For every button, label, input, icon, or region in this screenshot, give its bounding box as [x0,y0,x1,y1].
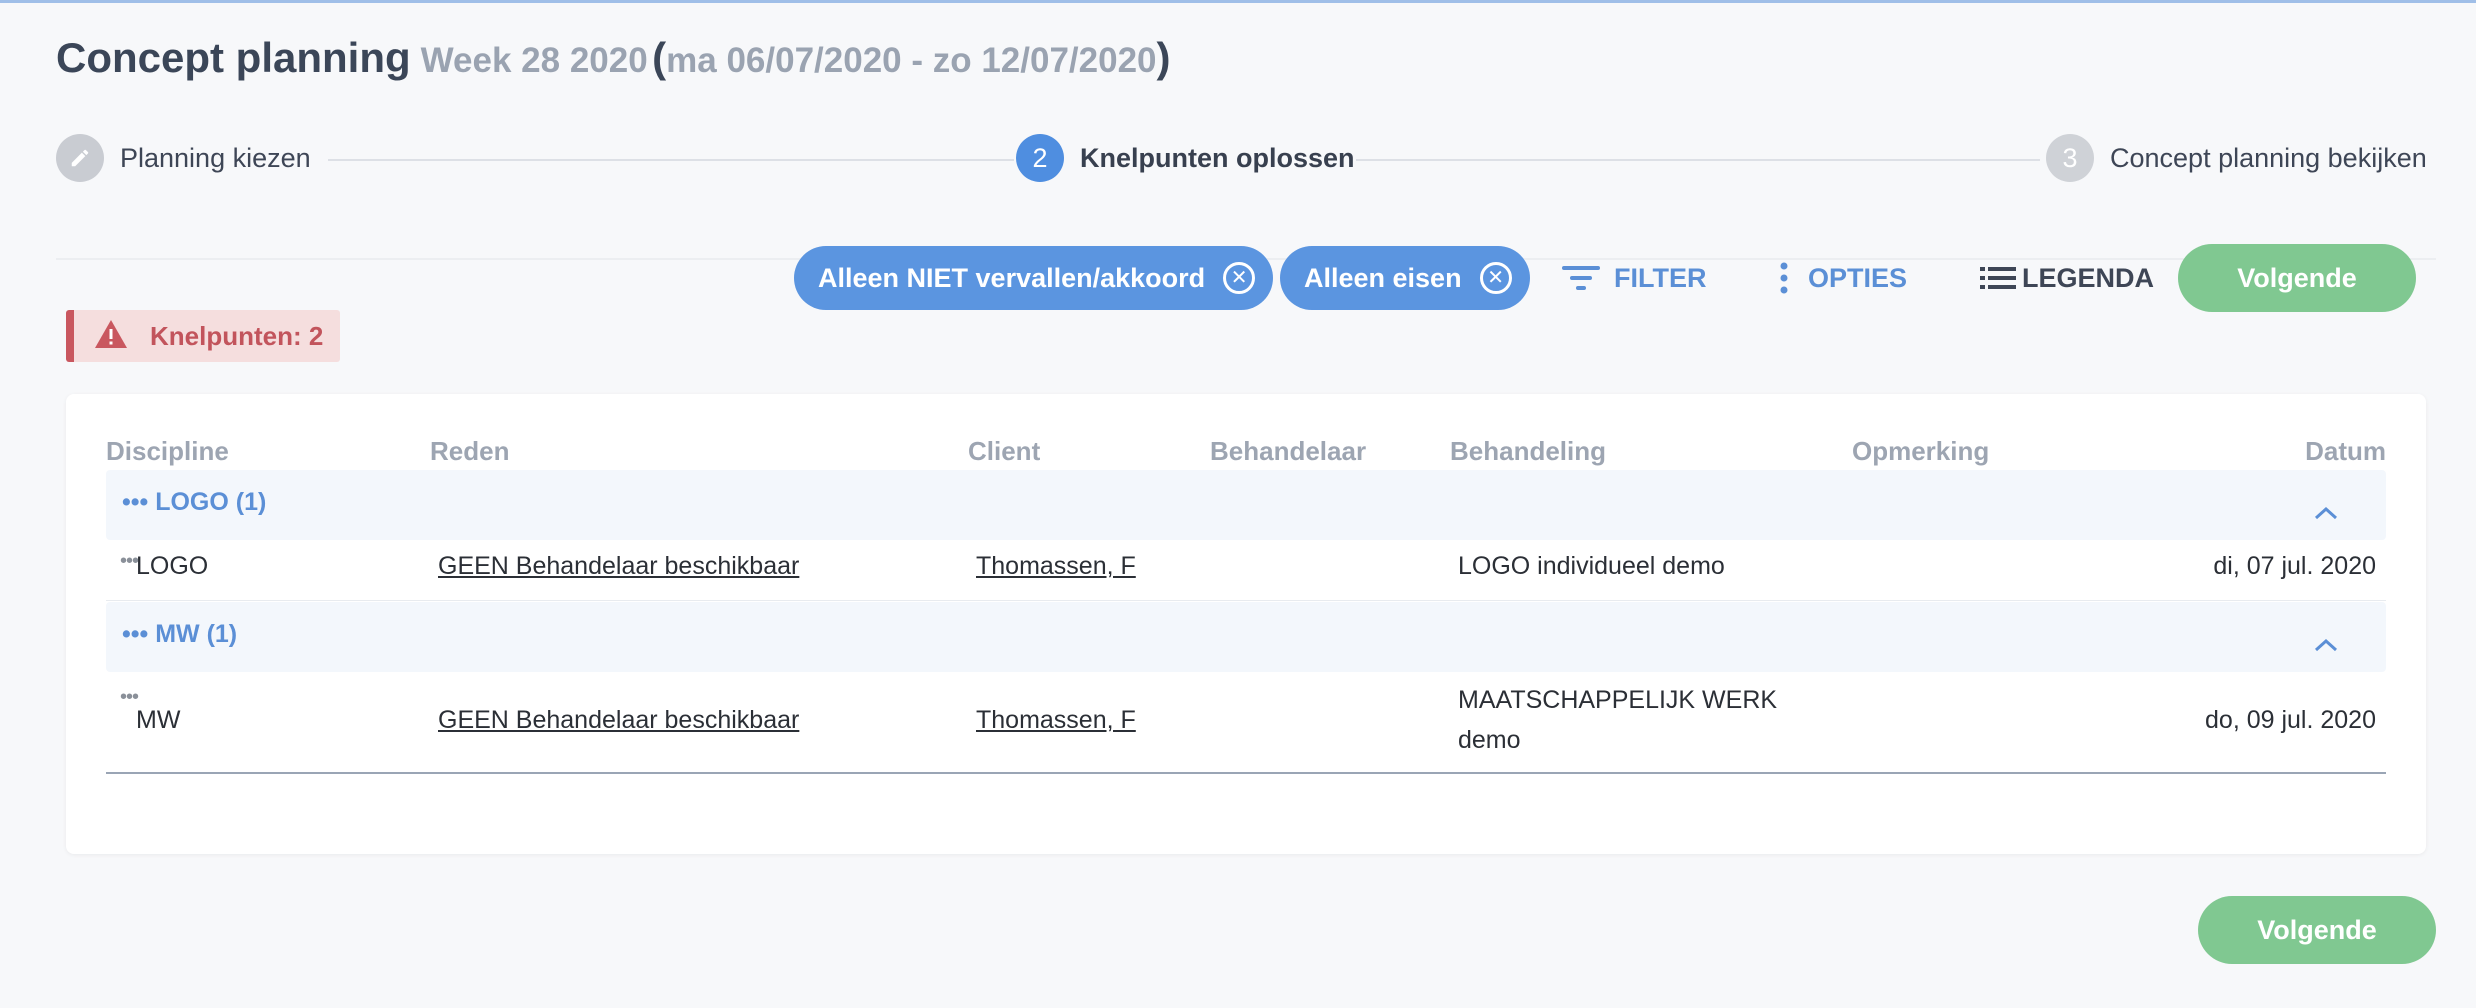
next-button-bottom[interactable]: Volgende [2198,896,2436,964]
pencil-icon [56,134,104,182]
more-vertical-icon [1774,260,1794,296]
legend-button[interactable]: LEGENDA [1980,256,2154,300]
cell-client-link[interactable]: Thomassen, F [976,706,1136,735]
top-accent-line [0,0,2476,3]
legend-label: LEGENDA [2022,262,2155,293]
date-range: ma 06/07/2020 - zo 12/07/2020 [666,41,1157,80]
row-separator [106,600,2386,601]
filter-chip-alleen-eisen[interactable]: Alleen eisen ✕ [1280,246,1530,310]
table-bottom-border [106,772,2386,774]
step-concept-planning-bekijken[interactable]: 3 Concept planning bekijken [2046,134,2427,182]
cell-datum: di, 07 jul. 2020 [2213,552,2376,580]
alert-label: Knelpunten: 2 [150,320,324,351]
column-header-client[interactable]: Client [968,436,1040,467]
step-label: Knelpunten oplossen [1080,142,1355,173]
chip-label: Alleen eisen [1304,262,1462,293]
step-number: 3 [2046,134,2094,182]
stepper-connector [1356,159,2040,161]
chip-label: Alleen NIET vervallen/akkoord [818,262,1206,293]
group-header-mw[interactable]: ••• MW (1) [106,602,2386,672]
step-planning-kiezen[interactable]: Planning kiezen [56,134,311,182]
step-knelpunten-oplossen[interactable]: 2 Knelpunten oplossen [1016,134,1355,182]
cell-datum: do, 09 jul. 2020 [2205,706,2376,734]
step-label: Planning kiezen [120,142,311,173]
group-label: ••• MW (1) [122,620,238,648]
close-icon[interactable]: ✕ [1479,262,1512,294]
group-header-logo[interactable]: ••• LOGO (1) [106,470,2386,540]
next-button-top[interactable]: Volgende [2178,244,2416,312]
filter-label: FILTER [1614,262,1707,293]
filter-icon [1562,263,1600,293]
cell-discipline: LOGO [136,552,209,580]
week-label: Week 28 2020 [420,41,648,80]
column-header-behandeling[interactable]: Behandeling [1450,436,1606,467]
column-header-discipline[interactable]: Discipline [106,436,229,467]
knelpunten-alert: Knelpunten: 2 [66,310,340,362]
options-label: OPTIES [1808,262,1908,293]
filter-button[interactable]: FILTER [1562,256,1706,300]
cell-behandeling-line2: demo [1458,726,1521,754]
cell-discipline: MW [136,706,181,734]
column-header-behandelaar[interactable]: Behandelaar [1210,436,1366,467]
column-header-datum[interactable]: Datum [2305,436,2386,467]
cell-reden-link[interactable]: GEEN Behandelaar beschikbaar [438,706,799,735]
group-label: ••• LOGO (1) [122,488,267,516]
warning-icon [94,319,128,354]
filter-chip-niet-vervallen[interactable]: Alleen NIET vervallen/akkoord ✕ [794,246,1274,310]
list-icon [1980,265,2016,291]
knelpunten-table: Discipline Reden Client Behandelaar Beha… [66,394,2426,854]
cell-client-link[interactable]: Thomassen, F [976,552,1136,581]
wizard-stepper: Planning kiezen 2 Knelpunten oplossen 3 … [56,134,2436,186]
cell-reden-link[interactable]: GEEN Behandelaar beschikbaar [438,552,799,581]
stepper-connector [328,159,1014,161]
close-icon[interactable]: ✕ [1223,262,1256,294]
options-button[interactable]: OPTIES [1774,256,1907,300]
step-number: 2 [1016,134,1064,182]
chevron-up-icon[interactable] [2314,638,2338,657]
column-header-reden[interactable]: Reden [430,436,509,467]
page-title: Concept planning Week 28 2020 (ma 06/07/2… [56,34,1171,81]
cell-behandeling: LOGO individueel demo [1458,552,1725,580]
chevron-up-icon[interactable] [2314,506,2338,525]
step-label: Concept planning bekijken [2110,142,2427,173]
cell-behandeling: MAATSCHAPPELIJK WERK [1458,686,1778,714]
column-header-opmerking[interactable]: Opmerking [1852,436,1989,467]
page-title-text: Concept planning [56,34,411,81]
